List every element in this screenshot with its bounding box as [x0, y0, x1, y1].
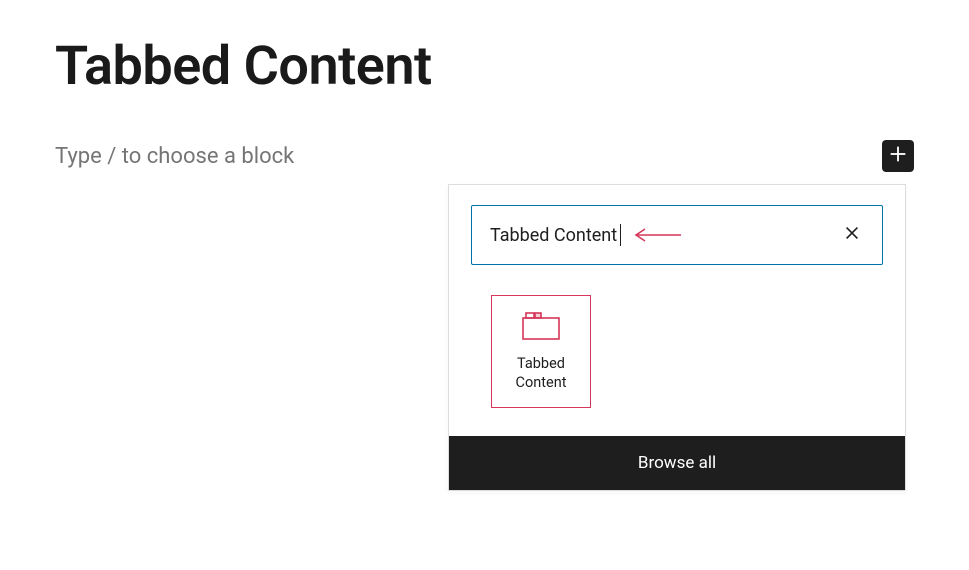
- page-title: Tabbed Content: [0, 0, 969, 98]
- plus-icon: [887, 143, 909, 169]
- browse-all-button[interactable]: Browse all: [449, 436, 905, 490]
- results-area: TabbedContent: [449, 281, 905, 436]
- block-placeholder-text[interactable]: Type / to choose a block: [55, 144, 294, 169]
- arrow-left-icon: [633, 228, 683, 242]
- search-input[interactable]: [490, 225, 620, 246]
- block-inserter-panel: TabbedContent Browse all: [448, 184, 906, 491]
- tabbed-content-icon: [521, 311, 561, 341]
- block-result-tabbed-content[interactable]: TabbedContent: [491, 295, 591, 408]
- close-icon: [843, 224, 861, 246]
- add-block-button[interactable]: [882, 140, 914, 172]
- paragraph-block-row: Type / to choose a block: [55, 140, 914, 172]
- search-box[interactable]: [471, 205, 883, 265]
- block-result-label: TabbedContent: [516, 355, 567, 391]
- text-cursor: [620, 224, 621, 246]
- clear-search-button[interactable]: [840, 223, 864, 247]
- search-area: [449, 185, 905, 281]
